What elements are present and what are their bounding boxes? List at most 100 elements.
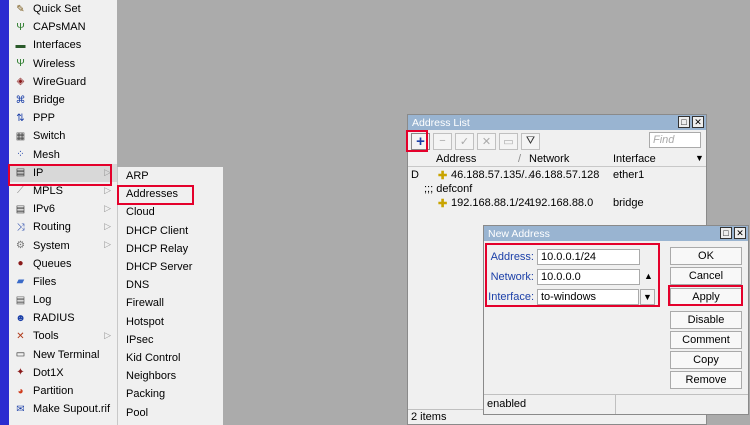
- address-list-titlebar[interactable]: Address List □ ✕: [408, 115, 706, 130]
- col-interface[interactable]: Interface: [613, 153, 656, 165]
- wireless-icon: Ψ: [16, 58, 25, 70]
- add-button[interactable]: +: [411, 132, 430, 150]
- menu-item-switch[interactable]: ▦ Switch: [9, 127, 117, 145]
- submenu-item-dhcp-server[interactable]: DHCP Server: [118, 258, 223, 276]
- submenu-item-dns[interactable]: DNS: [118, 276, 223, 294]
- submenu-item-dhcp-relay[interactable]: DHCP Relay: [118, 240, 223, 258]
- menu-item-make-supout-rif[interactable]: ✉ Make Supout.rif: [9, 400, 117, 418]
- menu-item-dot1x[interactable]: ✦ Dot1X: [9, 364, 117, 382]
- menu-item-ipv6[interactable]: ▤ IPv6 ▷: [9, 200, 117, 218]
- terminal-icon: ▭: [15, 349, 26, 361]
- menu-item-log[interactable]: ▤ Log: [9, 291, 117, 309]
- menu-item-label: Mesh: [33, 148, 60, 161]
- submenu-item-neighbors[interactable]: Neighbors: [118, 367, 223, 385]
- submenu-item-firewall[interactable]: Firewall: [118, 294, 223, 312]
- table-row[interactable]: ✚ 192.168.88.1/24 192.168.88.0 bridge: [408, 197, 706, 211]
- menu-item-interfaces[interactable]: ▬ Interfaces: [9, 36, 117, 54]
- menu-item-label: Routing: [33, 221, 71, 234]
- submenu-arrow-icon: ▷: [104, 330, 111, 341]
- interface-select[interactable]: to-windows: [537, 289, 639, 305]
- column-menu-icon[interactable]: ▼: [695, 153, 704, 163]
- filter-button[interactable]: ⛛: [521, 132, 540, 150]
- sort-icon: /: [518, 153, 522, 165]
- submenu-item-ipsec[interactable]: IPsec: [118, 331, 223, 349]
- disable-button[interactable]: ✕: [477, 132, 496, 150]
- network-toggle-icon[interactable]: ▲: [644, 271, 653, 281]
- comment-button[interactable]: ▭: [499, 132, 518, 150]
- menu-item-queues[interactable]: ● Queues: [9, 255, 117, 273]
- menu-item-label: New Terminal: [33, 348, 100, 361]
- menu-item-label: PPP: [33, 112, 56, 125]
- menu-item-routing[interactable]: ⤨ Routing ▷: [9, 218, 117, 236]
- menu-item-files[interactable]: ▰ Files: [9, 273, 117, 291]
- table-header: Address / Network Interface ▼: [408, 152, 706, 167]
- interfaces-icon: ▬: [15, 39, 26, 51]
- remove-button[interactable]: −: [433, 132, 452, 150]
- menu-item-label: MPLS: [33, 184, 63, 197]
- menu-item-label: Switch: [33, 130, 66, 143]
- comment-button[interactable]: Comment: [670, 331, 742, 349]
- enable-button[interactable]: ✓: [455, 132, 474, 150]
- dialog-title: New Address: [488, 227, 550, 240]
- menu-item-ip[interactable]: ▤ IP ▷: [9, 163, 117, 182]
- menu-item-quick-set[interactable]: ✎ Quick Set: [9, 0, 117, 18]
- apply-button[interactable]: Apply: [670, 288, 742, 306]
- menu-item-label: RADIUS: [33, 312, 75, 325]
- cancel-button[interactable]: Cancel: [670, 267, 742, 285]
- menu-item-label: Log: [33, 294, 52, 307]
- copy-button[interactable]: Copy: [670, 351, 742, 369]
- menu-item-label: IP: [33, 166, 44, 179]
- submenu-item-hotspot[interactable]: Hotspot: [118, 313, 223, 331]
- col-network[interactable]: Network: [529, 153, 569, 165]
- close-icon[interactable]: ✕: [692, 116, 704, 128]
- main-menu: ✎ Quick Set Ψ CAPsMAN ▬ Interfaces Ψ Wireless ◈ W…: [9, 0, 117, 425]
- remove-button[interactable]: Remove: [670, 371, 742, 389]
- network-label: Network:: [490, 271, 534, 283]
- menu-item-radius[interactable]: ☻ RADIUS: [9, 309, 117, 327]
- log-icon: ▤: [15, 294, 26, 306]
- submenu-arrow-icon: ▷: [104, 221, 111, 232]
- ok-button[interactable]: OK: [670, 247, 742, 265]
- submenu-item-cloud[interactable]: Cloud: [118, 203, 223, 221]
- submenu-item-kid-control[interactable]: Kid Control: [118, 349, 223, 367]
- address-icon: ✚: [438, 170, 448, 182]
- folder-icon: ▰: [16, 276, 25, 288]
- close-icon[interactable]: ✕: [734, 227, 746, 239]
- antenna-icon: Ψ: [16, 21, 25, 33]
- menu-item-wireless[interactable]: Ψ Wireless: [9, 55, 117, 73]
- comment-row: ;;; defconf: [424, 183, 473, 195]
- sidebar-strip: [0, 0, 9, 425]
- menu-item-wireguard[interactable]: ◈ WireGuard: [9, 73, 117, 91]
- menu-item-new-terminal[interactable]: ▭ New Terminal: [9, 346, 117, 364]
- submenu-item-packing[interactable]: Packing: [118, 385, 223, 403]
- mpls-icon: ⟋: [17, 185, 24, 197]
- table-row[interactable]: D ✚ 46.188.57.135/... 46.188.57.128 ethe…: [408, 169, 706, 183]
- submenu-arrow-icon: ▷: [104, 184, 111, 195]
- menu-item-capsman[interactable]: Ψ CAPsMAN: [9, 18, 117, 36]
- ipv6-icon: ▤: [15, 203, 26, 215]
- menu-item-label: CAPsMAN: [33, 21, 86, 34]
- maximize-icon[interactable]: □: [678, 116, 690, 128]
- menu-item-tools[interactable]: ✕ Tools ▷: [9, 327, 117, 345]
- find-input[interactable]: Find: [649, 132, 701, 148]
- dropdown-arrow-icon[interactable]: ▼: [640, 289, 655, 305]
- maximize-icon[interactable]: □: [720, 227, 732, 239]
- menu-item-ppp[interactable]: ⇅ PPP: [9, 109, 117, 127]
- menu-item-mpls[interactable]: ⟋ MPLS ▷: [9, 182, 117, 200]
- menu-item-mesh[interactable]: ⁘ Mesh: [9, 146, 117, 164]
- queues-icon: ●: [17, 258, 24, 270]
- disable-button[interactable]: Disable: [670, 311, 742, 329]
- new-address-titlebar[interactable]: New Address □ ✕: [484, 226, 748, 241]
- submenu-item-addresses[interactable]: Addresses: [118, 185, 223, 203]
- menu-item-bridge[interactable]: ⌘ Bridge: [9, 91, 117, 109]
- system-icon: ⚙: [16, 240, 25, 252]
- menu-item-label: Quick Set: [33, 3, 81, 16]
- submenu-item-dhcp-client[interactable]: DHCP Client: [118, 222, 223, 240]
- submenu-item-pool[interactable]: Pool: [118, 403, 223, 421]
- submenu-item-arp[interactable]: ARP: [118, 167, 223, 185]
- network-field[interactable]: 10.0.0.0: [537, 269, 640, 285]
- address-field[interactable]: 10.0.0.1/24: [537, 249, 640, 265]
- col-address[interactable]: Address: [436, 153, 476, 165]
- menu-item-system[interactable]: ⚙ System ▷: [9, 236, 117, 254]
- menu-item-partition[interactable]: ◕ Partition: [9, 382, 117, 400]
